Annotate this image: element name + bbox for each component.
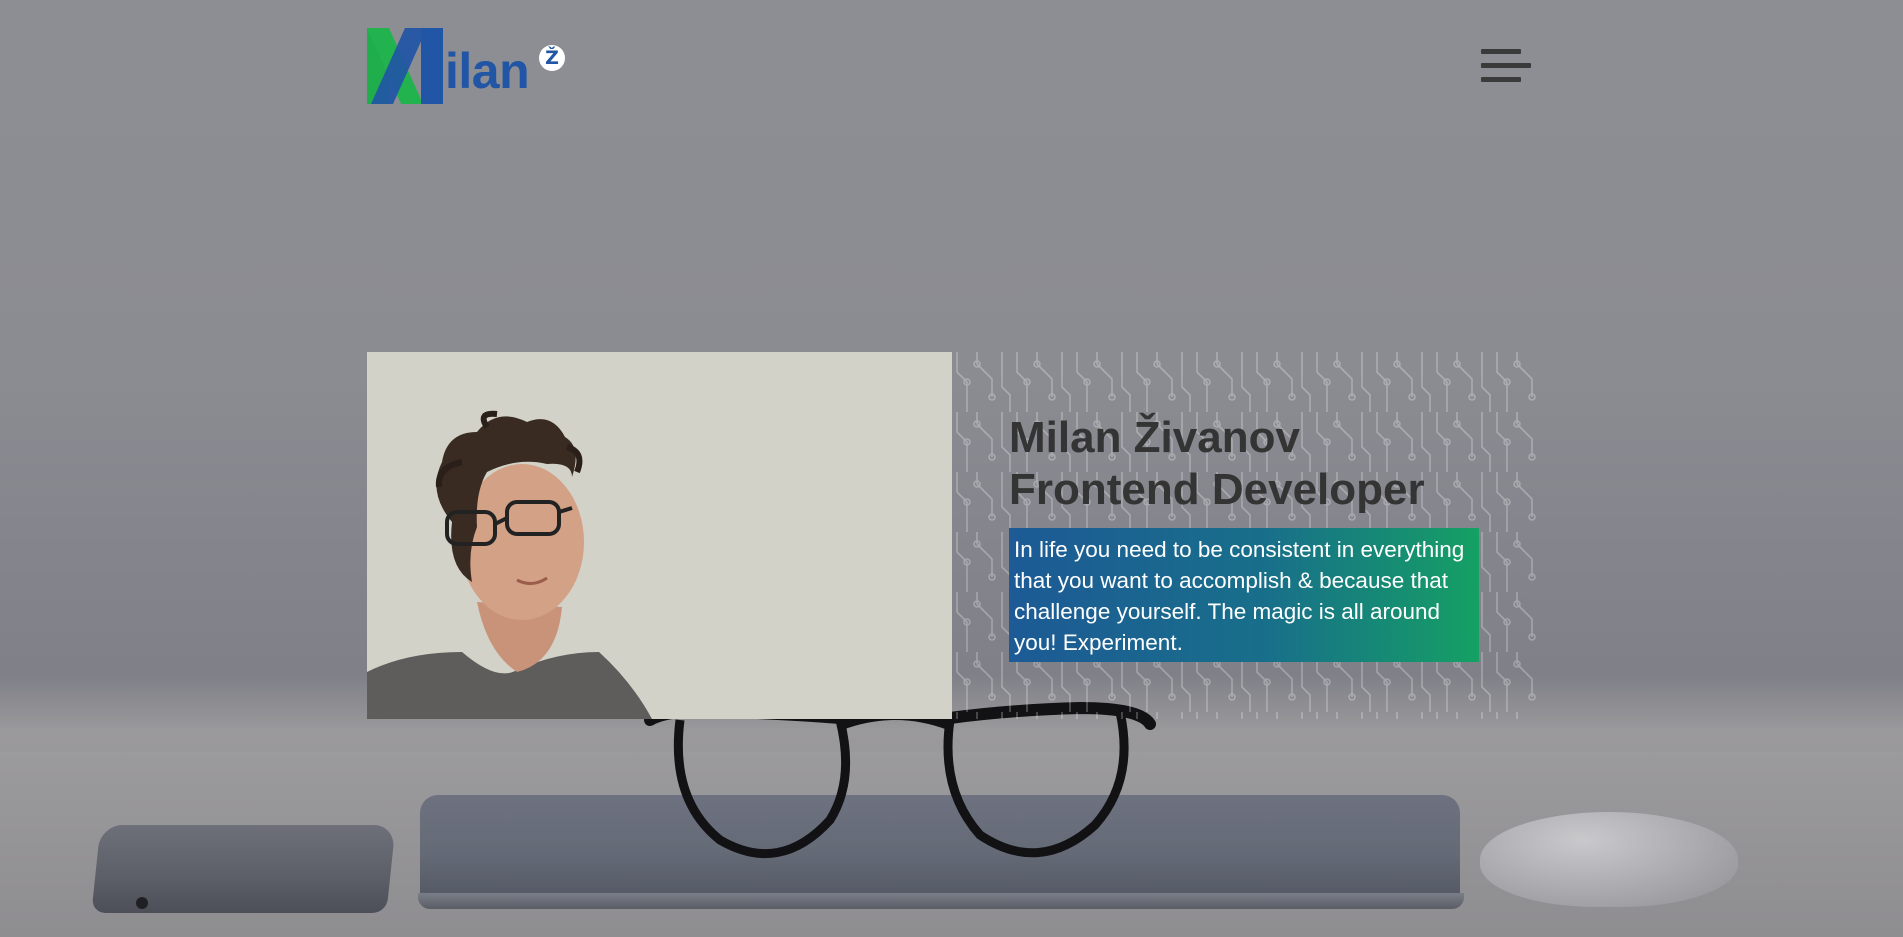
portrait-illustration <box>367 352 952 719</box>
logo-m-mark-icon <box>367 28 443 104</box>
phone-camera <box>136 897 148 909</box>
glasses-image <box>644 701 1156 859</box>
laptop-edge <box>418 893 1464 909</box>
name-line: Milan Živanov <box>1009 413 1300 462</box>
role-line: Frontend Developer <box>1009 465 1425 514</box>
site-logo[interactable]: ilan Ž <box>367 28 567 104</box>
mouse-image <box>1480 812 1738 907</box>
logo-text: ilan <box>445 43 530 99</box>
logo-badge: Ž <box>539 45 565 71</box>
hero-section: ilan Ž Milan Živanov Frontend Developer … <box>0 0 1903 937</box>
menu-bar-middle <box>1481 63 1531 68</box>
profile-photo <box>367 352 952 719</box>
menu-bar-bottom <box>1481 77 1521 82</box>
menu-bar-top <box>1481 49 1521 54</box>
intro-quote: In life you need to be consistent in eve… <box>1009 528 1479 662</box>
hamburger-menu-icon[interactable] <box>1475 44 1533 88</box>
intro-heading: Milan Živanov Frontend Developer <box>1009 412 1529 516</box>
